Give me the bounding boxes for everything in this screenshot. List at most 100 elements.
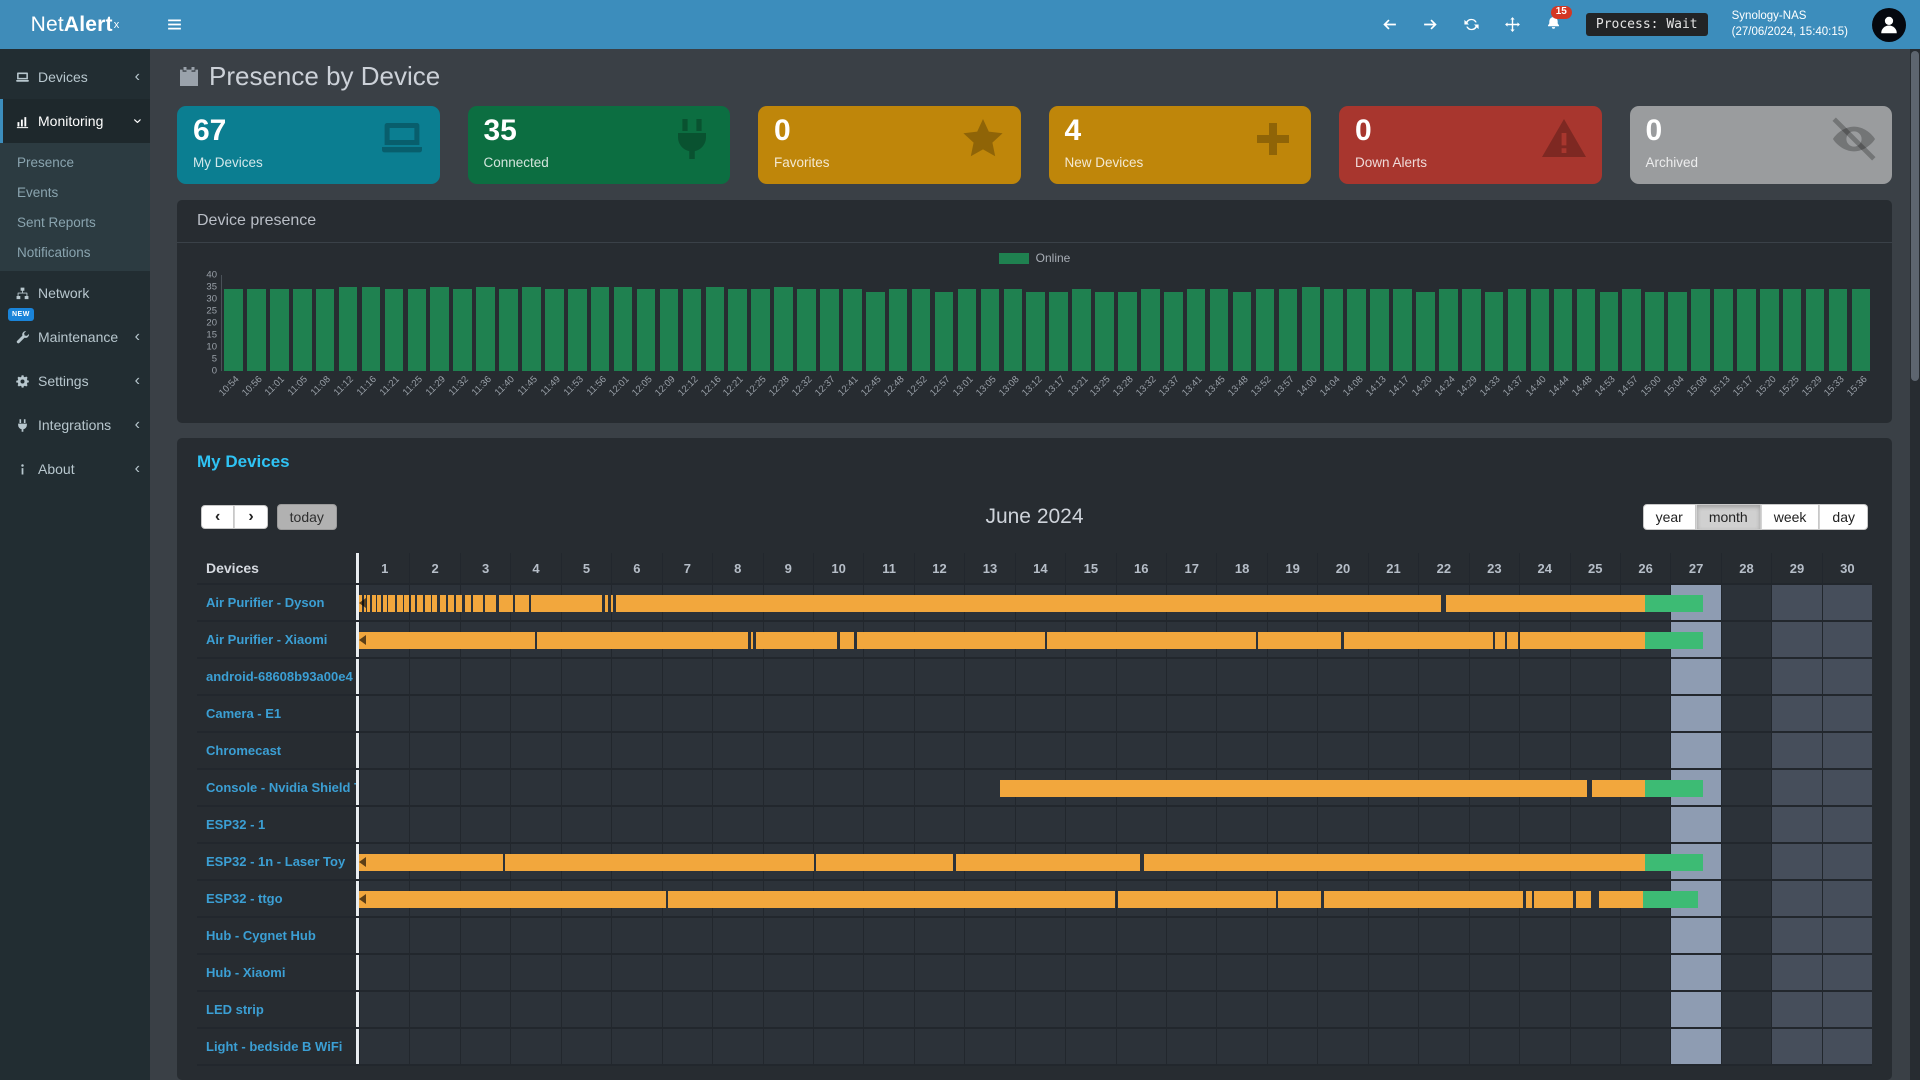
- presence-bar-online[interactable]: [616, 595, 1441, 612]
- presence-bar-online[interactable]: [397, 595, 403, 612]
- presence-bar-online[interactable]: [1278, 891, 1321, 908]
- presence-bar-online[interactable]: [404, 595, 409, 612]
- day-cell: [1469, 955, 1519, 990]
- presence-bar-online[interactable]: [1592, 780, 1645, 797]
- presence-bar-online[interactable]: [411, 595, 416, 612]
- stat-card-connected[interactable]: 35Connected: [468, 106, 731, 184]
- sidebar-item-presence[interactable]: Presence: [0, 147, 150, 177]
- stat-card-my-devices[interactable]: 67My Devices: [177, 106, 440, 184]
- sidebar-item-maintenance[interactable]: NEW Maintenance ‹: [0, 315, 150, 359]
- presence-bar-online[interactable]: [1507, 632, 1518, 649]
- sidebar-item-about[interactable]: About ‹: [0, 447, 150, 491]
- device-name-link[interactable]: Hub - Xiaomi: [197, 955, 359, 990]
- day-cell: [1065, 918, 1115, 953]
- presence-bar-online[interactable]: [465, 595, 471, 612]
- presence-bar-online[interactable]: [359, 632, 535, 649]
- device-name-link[interactable]: Light - bedside B WiFi: [197, 1029, 359, 1064]
- device-name-link[interactable]: LED strip: [197, 992, 359, 1027]
- stat-card-new-devices[interactable]: 4New Devices: [1049, 106, 1312, 184]
- app-logo[interactable]: NetAlertx: [0, 0, 150, 49]
- device-name-link[interactable]: Hub - Cygnet Hub: [197, 918, 359, 953]
- sidebar-item-monitoring[interactable]: Monitoring ‹: [0, 99, 150, 143]
- presence-bar-online[interactable]: [1047, 632, 1255, 649]
- device-name-link[interactable]: android-68608b93a00e4: [197, 659, 359, 694]
- device-name-link[interactable]: ESP32 - ttgo: [197, 881, 359, 916]
- presence-bar-online[interactable]: [473, 595, 482, 612]
- presence-bar-online[interactable]: [756, 632, 837, 649]
- presence-bar-current[interactable]: [1645, 854, 1703, 871]
- nav-forward-icon[interactable]: [1422, 16, 1439, 33]
- presence-bar-online[interactable]: [432, 595, 437, 612]
- hamburger-icon[interactable]: [166, 16, 183, 33]
- presence-bar-online[interactable]: [425, 595, 431, 612]
- presence-bar-online[interactable]: [1534, 891, 1573, 908]
- presence-bar-online[interactable]: [611, 595, 613, 612]
- stat-card-archived[interactable]: 0Archived: [1630, 106, 1893, 184]
- presence-bar-online[interactable]: [840, 632, 855, 649]
- presence-bar-online[interactable]: [1520, 632, 1645, 649]
- presence-bar-online[interactable]: [751, 632, 754, 649]
- presence-bar-online[interactable]: [668, 891, 1115, 908]
- sidebar-item-integrations[interactable]: Integrations ‹: [0, 403, 150, 447]
- device-name-link[interactable]: Chromecast: [197, 733, 359, 768]
- presence-bar-online[interactable]: [367, 595, 370, 612]
- presence-bar-online[interactable]: [359, 854, 503, 871]
- device-name-link[interactable]: Console - Nvidia Shield TV: [197, 770, 359, 805]
- device-name-link[interactable]: ESP32 - 1: [197, 807, 359, 842]
- sidebar-item-notifications[interactable]: Notifications: [0, 237, 150, 267]
- presence-bar-online[interactable]: [1144, 854, 1645, 871]
- presence-bar-online[interactable]: [1576, 891, 1591, 908]
- presence-bar-online[interactable]: [388, 595, 395, 612]
- sidebar-item-devices[interactable]: Devices ‹: [0, 55, 150, 99]
- day-cell: [359, 770, 409, 805]
- presence-bar-online[interactable]: [505, 854, 814, 871]
- presence-bar-online[interactable]: [605, 595, 608, 612]
- device-name-link[interactable]: Air Purifier - Xiaomi: [197, 622, 359, 657]
- sidebar-item-settings[interactable]: Settings ‹: [0, 359, 150, 403]
- scrollbar-thumb[interactable]: [1911, 51, 1919, 381]
- presence-bar-online[interactable]: [537, 632, 748, 649]
- stat-card-favorites[interactable]: 0Favorites: [758, 106, 1021, 184]
- presence-bar-online[interactable]: [485, 595, 496, 612]
- avatar[interactable]: [1872, 8, 1906, 42]
- presence-bar-current[interactable]: [1645, 595, 1703, 612]
- presence-bar-online[interactable]: [1344, 632, 1493, 649]
- fullscreen-move-icon[interactable]: [1504, 16, 1521, 33]
- page-scrollbar[interactable]: [1910, 49, 1920, 1080]
- device-name-link[interactable]: Camera - E1: [197, 696, 359, 731]
- presence-bar-current[interactable]: [1645, 780, 1703, 797]
- refresh-icon[interactable]: [1463, 16, 1480, 33]
- presence-bar-online[interactable]: [499, 595, 513, 612]
- presence-bar-online[interactable]: [1446, 595, 1645, 612]
- presence-bar-online[interactable]: [816, 854, 953, 871]
- presence-bar-online[interactable]: [857, 632, 1045, 649]
- presence-bar-online[interactable]: [383, 595, 388, 612]
- presence-bar-online[interactable]: [531, 595, 602, 612]
- sidebar-item-events[interactable]: Events: [0, 177, 150, 207]
- presence-bar-online[interactable]: [440, 595, 446, 612]
- presence-bar-online[interactable]: [456, 595, 463, 612]
- presence-bar-online[interactable]: [1324, 891, 1523, 908]
- stat-card-down-alerts[interactable]: 0Down Alerts: [1339, 106, 1602, 184]
- presence-bar-current[interactable]: [1645, 632, 1703, 649]
- presence-bar-online[interactable]: [1526, 891, 1532, 908]
- day-cell: [1065, 807, 1115, 842]
- presence-bar-online[interactable]: [515, 595, 529, 612]
- device-name-link[interactable]: ESP32 - 1n - Laser Toy: [197, 844, 359, 879]
- presence-bar-online[interactable]: [372, 595, 377, 612]
- device-name-link[interactable]: Air Purifier - Dyson: [197, 585, 359, 620]
- presence-bar-current[interactable]: [1643, 891, 1698, 908]
- presence-bar-online[interactable]: [1495, 632, 1505, 649]
- presence-bar-online[interactable]: [1258, 632, 1341, 649]
- presence-bar-online[interactable]: [417, 595, 423, 612]
- presence-bar-online[interactable]: [448, 595, 454, 612]
- presence-bar-online[interactable]: [1599, 891, 1643, 908]
- presence-bar-online[interactable]: [1000, 780, 1588, 797]
- nav-back-icon[interactable]: [1381, 16, 1398, 33]
- presence-bar-online[interactable]: [359, 891, 666, 908]
- sidebar-item-sent-reports[interactable]: Sent Reports: [0, 207, 150, 237]
- presence-bar-online[interactable]: [377, 595, 381, 612]
- presence-bar-online[interactable]: [956, 854, 1140, 871]
- presence-bar-online[interactable]: [1118, 891, 1276, 908]
- device-timeline-lane: [359, 696, 1872, 731]
